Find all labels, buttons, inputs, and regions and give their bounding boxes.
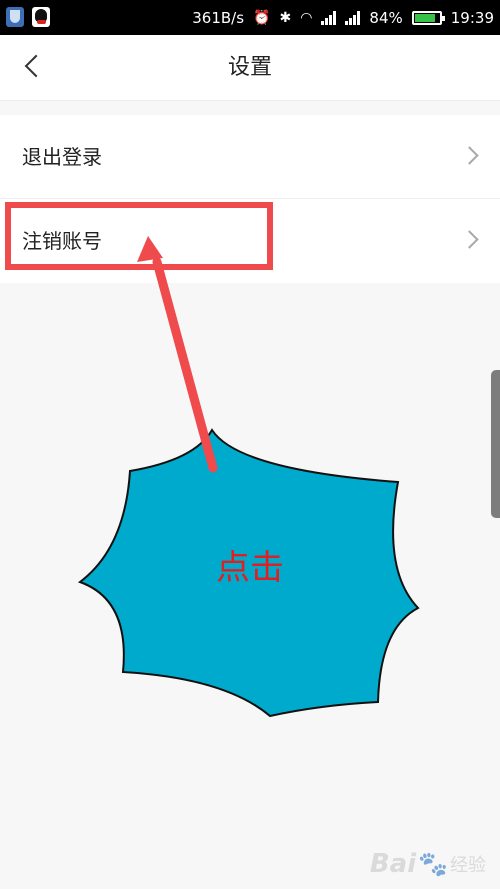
app-header: 设置 — [0, 35, 500, 101]
watermark-logo: Bai — [369, 849, 417, 879]
qq-app-icon — [32, 7, 50, 27]
chevron-right-icon — [460, 230, 479, 249]
bluetooth-icon: ✱ — [279, 9, 292, 26]
paw-icon: 🐾 — [418, 850, 448, 878]
battery-icon — [411, 10, 445, 25]
settings-item-logout[interactable]: 退出登录 — [0, 115, 500, 199]
burst-label: 点击 — [216, 548, 284, 588]
watermark-subtext: 经验 — [450, 855, 486, 876]
wifi-icon: ◠ — [300, 9, 313, 26]
highlight-box — [5, 202, 273, 270]
signal-icon-2 — [345, 10, 361, 25]
status-bar: 361B/s ⏰ ✱ ◠ 84% 19:39 — [0, 0, 500, 35]
clock: 19:39 — [450, 8, 494, 27]
side-scroll-handle[interactable] — [491, 370, 500, 518]
chevron-right-icon — [460, 146, 479, 165]
arrow-shaft — [152, 257, 218, 473]
shield-app-icon — [6, 7, 24, 27]
notification-icons — [6, 7, 50, 27]
battery-percent: 84% — [369, 8, 403, 27]
status-indicators: 361B/s ⏰ ✱ ◠ 84% 19:39 — [192, 0, 494, 35]
page-title: 设置 — [227, 55, 272, 80]
watermark: Bai 🐾 经验 — [370, 849, 486, 879]
signal-icon — [321, 10, 337, 25]
settings-item-label: 退出登录 — [22, 145, 102, 169]
network-speed: 361B/s — [192, 8, 245, 27]
battery-fill — [414, 13, 435, 22]
alarm-icon: ⏰ — [253, 9, 271, 26]
